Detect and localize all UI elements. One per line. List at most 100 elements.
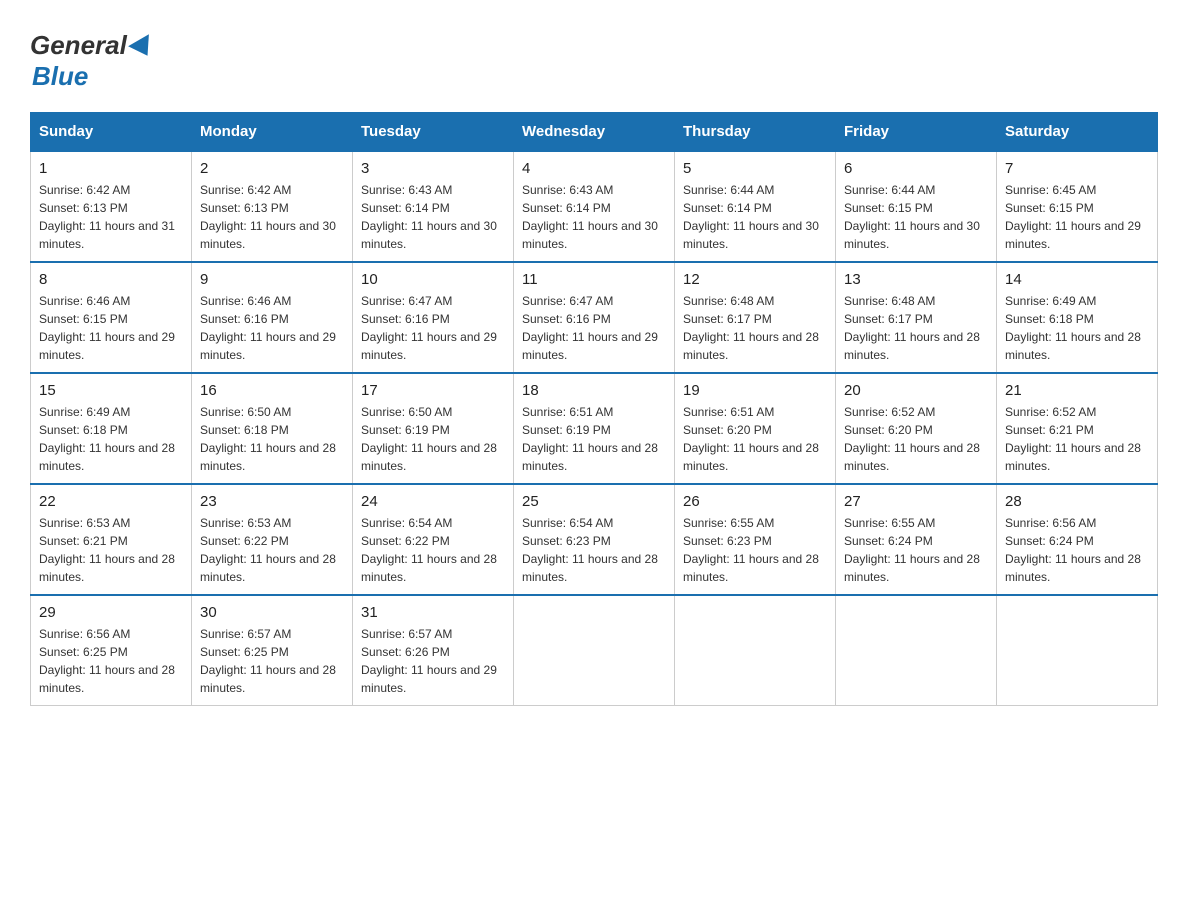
calendar-cell: 16 Sunrise: 6:50 AMSunset: 6:18 PMDayligh…	[192, 373, 353, 484]
day-info: Sunrise: 6:49 AMSunset: 6:18 PMDaylight:…	[1005, 292, 1149, 364]
day-info: Sunrise: 6:42 AMSunset: 6:13 PMDaylight:…	[200, 181, 344, 253]
day-number: 11	[522, 271, 666, 288]
calendar-week-row: 1Sunrise: 6:42 AMSunset: 6:13 PMDaylight…	[31, 151, 1158, 262]
day-number: 13	[844, 271, 988, 288]
calendar-cell: 6 Sunrise: 6:44 AMSunset: 6:15 PMDaylight…	[836, 151, 997, 262]
day-info: Sunrise: 6:46 AMSunset: 6:15 PMDaylight:…	[39, 292, 183, 364]
page-header: General Blue	[30, 30, 1158, 92]
calendar-cell: 15 Sunrise: 6:49 AMSunset: 6:18 PMDayligh…	[31, 373, 192, 484]
calendar-cell: 29 Sunrise: 6:56 AMSunset: 6:25 PMDayligh…	[31, 595, 192, 706]
day-info: Sunrise: 6:55 AMSunset: 6:23 PMDaylight:…	[683, 514, 827, 586]
weekday-header-saturday: Saturday	[997, 113, 1158, 152]
day-info: Sunrise: 6:51 AMSunset: 6:19 PMDaylight:…	[522, 403, 666, 475]
calendar-cell: 9Sunrise: 6:46 AMSunset: 6:16 PMDaylight…	[192, 262, 353, 373]
day-info: Sunrise: 6:43 AMSunset: 6:14 PMDaylight:…	[361, 181, 505, 253]
calendar-cell: 12 Sunrise: 6:48 AMSunset: 6:17 PMDayligh…	[675, 262, 836, 373]
day-info: Sunrise: 6:49 AMSunset: 6:18 PMDaylight:…	[39, 403, 183, 475]
day-info: Sunrise: 6:48 AMSunset: 6:17 PMDaylight:…	[683, 292, 827, 364]
day-info: Sunrise: 6:45 AMSunset: 6:15 PMDaylight:…	[1005, 181, 1149, 253]
weekday-header-sunday: Sunday	[31, 113, 192, 152]
day-info: Sunrise: 6:53 AMSunset: 6:21 PMDaylight:…	[39, 514, 183, 586]
day-number: 12	[683, 271, 827, 288]
day-number: 20	[844, 382, 988, 399]
calendar-cell	[675, 595, 836, 706]
day-info: Sunrise: 6:56 AMSunset: 6:24 PMDaylight:…	[1005, 514, 1149, 586]
day-number: 28	[1005, 493, 1149, 510]
day-number: 26	[683, 493, 827, 510]
weekday-header-monday: Monday	[192, 113, 353, 152]
day-number: 25	[522, 493, 666, 510]
calendar-cell: 3 Sunrise: 6:43 AMSunset: 6:14 PMDaylight…	[353, 151, 514, 262]
day-info: Sunrise: 6:55 AMSunset: 6:24 PMDaylight:…	[844, 514, 988, 586]
calendar-cell: 2 Sunrise: 6:42 AMSunset: 6:13 PMDaylight…	[192, 151, 353, 262]
calendar-cell: 5 Sunrise: 6:44 AMSunset: 6:14 PMDaylight…	[675, 151, 836, 262]
day-number: 15	[39, 382, 183, 399]
day-info: Sunrise: 6:52 AMSunset: 6:21 PMDaylight:…	[1005, 403, 1149, 475]
day-number: 14	[1005, 271, 1149, 288]
day-info: Sunrise: 6:43 AMSunset: 6:14 PMDaylight:…	[522, 181, 666, 253]
day-number: 8	[39, 271, 183, 288]
day-number: 24	[361, 493, 505, 510]
logo-blue-text: Blue	[32, 61, 88, 92]
calendar-cell: 30Sunrise: 6:57 AMSunset: 6:25 PMDayligh…	[192, 595, 353, 706]
calendar-cell: 21 Sunrise: 6:52 AMSunset: 6:21 PMDayligh…	[997, 373, 1158, 484]
calendar-cell: 14 Sunrise: 6:49 AMSunset: 6:18 PMDayligh…	[997, 262, 1158, 373]
calendar-cell: 13Sunrise: 6:48 AMSunset: 6:17 PMDayligh…	[836, 262, 997, 373]
day-number: 10	[361, 271, 505, 288]
calendar-week-row: 15 Sunrise: 6:49 AMSunset: 6:18 PMDayligh…	[31, 373, 1158, 484]
day-number: 2	[200, 160, 344, 177]
day-number: 5	[683, 160, 827, 177]
calendar-cell: 11 Sunrise: 6:47 AMSunset: 6:16 PMDayligh…	[514, 262, 675, 373]
calendar-cell	[514, 595, 675, 706]
day-number: 6	[844, 160, 988, 177]
day-info: Sunrise: 6:50 AMSunset: 6:19 PMDaylight:…	[361, 403, 505, 475]
day-number: 17	[361, 382, 505, 399]
calendar-cell: 24 Sunrise: 6:54 AMSunset: 6:22 PMDayligh…	[353, 484, 514, 595]
calendar-cell: 20 Sunrise: 6:52 AMSunset: 6:20 PMDayligh…	[836, 373, 997, 484]
calendar-cell	[997, 595, 1158, 706]
calendar-cell: 8 Sunrise: 6:46 AMSunset: 6:15 PMDaylight…	[31, 262, 192, 373]
calendar-week-row: 29 Sunrise: 6:56 AMSunset: 6:25 PMDayligh…	[31, 595, 1158, 706]
calendar-cell: 27 Sunrise: 6:55 AMSunset: 6:24 PMDayligh…	[836, 484, 997, 595]
calendar-cell: 19Sunrise: 6:51 AMSunset: 6:20 PMDayligh…	[675, 373, 836, 484]
day-info: Sunrise: 6:44 AMSunset: 6:15 PMDaylight:…	[844, 181, 988, 253]
day-info: Sunrise: 6:47 AMSunset: 6:16 PMDaylight:…	[522, 292, 666, 364]
calendar-week-row: 8 Sunrise: 6:46 AMSunset: 6:15 PMDaylight…	[31, 262, 1158, 373]
day-number: 3	[361, 160, 505, 177]
day-info: Sunrise: 6:47 AMSunset: 6:16 PMDaylight:…	[361, 292, 505, 364]
day-info: Sunrise: 6:52 AMSunset: 6:20 PMDaylight:…	[844, 403, 988, 475]
day-info: Sunrise: 6:54 AMSunset: 6:23 PMDaylight:…	[522, 514, 666, 586]
day-info: Sunrise: 6:54 AMSunset: 6:22 PMDaylight:…	[361, 514, 505, 586]
calendar-cell: 4Sunrise: 6:43 AMSunset: 6:14 PMDaylight…	[514, 151, 675, 262]
calendar-week-row: 22 Sunrise: 6:53 AMSunset: 6:21 PMDayligh…	[31, 484, 1158, 595]
day-number: 9	[200, 271, 344, 288]
logo: General Blue	[30, 30, 155, 92]
calendar-cell: 7 Sunrise: 6:45 AMSunset: 6:15 PMDaylight…	[997, 151, 1158, 262]
day-info: Sunrise: 6:44 AMSunset: 6:14 PMDaylight:…	[683, 181, 827, 253]
calendar-cell: 25 Sunrise: 6:54 AMSunset: 6:23 PMDayligh…	[514, 484, 675, 595]
calendar-header-row: SundayMondayTuesdayWednesdayThursdayFrid…	[31, 113, 1158, 152]
calendar-cell: 22 Sunrise: 6:53 AMSunset: 6:21 PMDayligh…	[31, 484, 192, 595]
day-number: 19	[683, 382, 827, 399]
logo-general-text: General	[30, 30, 127, 61]
calendar-cell: 26 Sunrise: 6:55 AMSunset: 6:23 PMDayligh…	[675, 484, 836, 595]
day-number: 30	[200, 604, 344, 621]
day-number: 16	[200, 382, 344, 399]
calendar-cell	[836, 595, 997, 706]
day-number: 7	[1005, 160, 1149, 177]
day-number: 18	[522, 382, 666, 399]
day-info: Sunrise: 6:56 AMSunset: 6:25 PMDaylight:…	[39, 625, 183, 697]
day-number: 31	[361, 604, 505, 621]
day-number: 21	[1005, 382, 1149, 399]
weekday-header-thursday: Thursday	[675, 113, 836, 152]
calendar-cell: 31Sunrise: 6:57 AMSunset: 6:26 PMDayligh…	[353, 595, 514, 706]
day-number: 29	[39, 604, 183, 621]
weekday-header-wednesday: Wednesday	[514, 113, 675, 152]
day-number: 27	[844, 493, 988, 510]
calendar-cell: 17 Sunrise: 6:50 AMSunset: 6:19 PMDayligh…	[353, 373, 514, 484]
calendar-cell: 10 Sunrise: 6:47 AMSunset: 6:16 PMDayligh…	[353, 262, 514, 373]
day-number: 22	[39, 493, 183, 510]
day-info: Sunrise: 6:50 AMSunset: 6:18 PMDaylight:…	[200, 403, 344, 475]
calendar-cell: 18 Sunrise: 6:51 AMSunset: 6:19 PMDayligh…	[514, 373, 675, 484]
calendar-cell: 1Sunrise: 6:42 AMSunset: 6:13 PMDaylight…	[31, 151, 192, 262]
